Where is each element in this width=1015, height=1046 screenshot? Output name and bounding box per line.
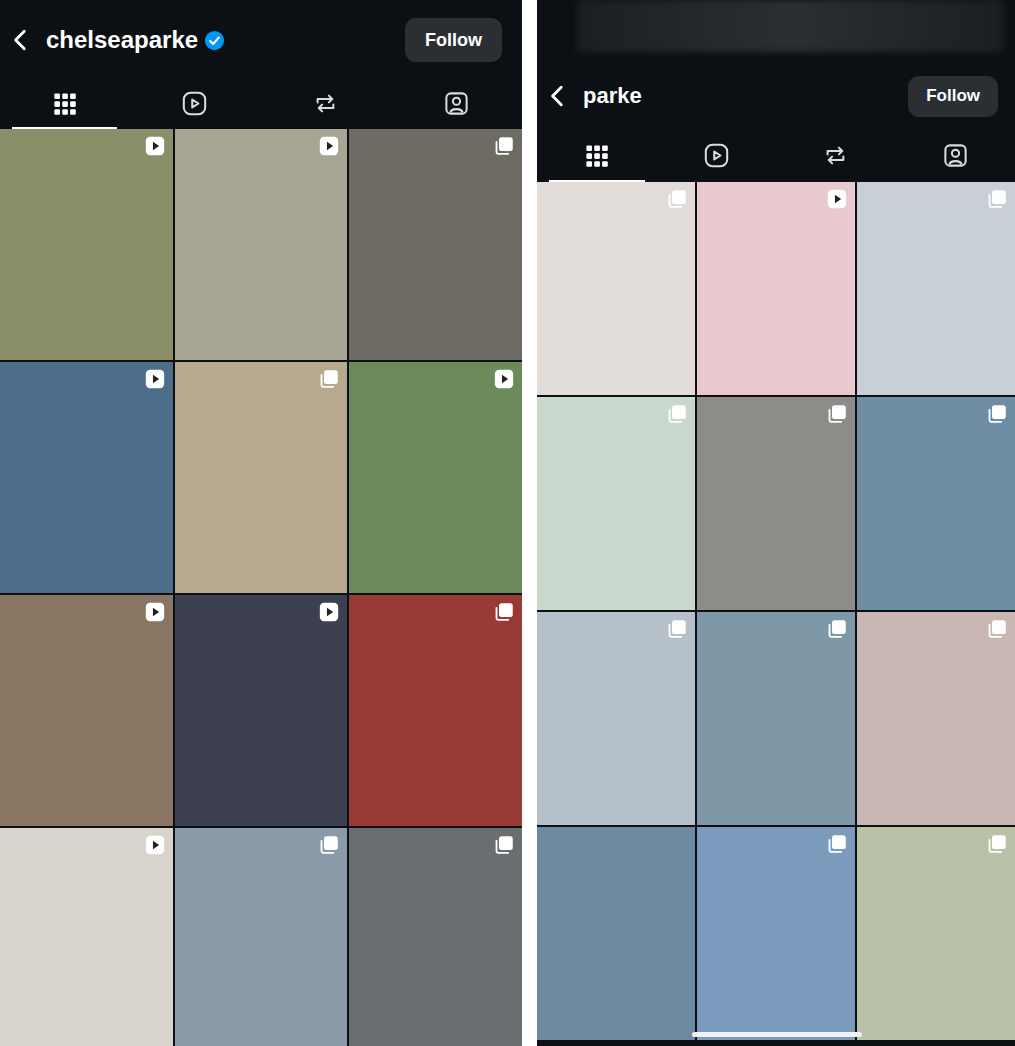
post-tile[interactable] [537,827,695,1040]
reels-icon [703,142,730,169]
post-tile[interactable] [537,612,695,825]
profile-tabs [0,80,522,129]
post-tile[interactable] [857,182,1015,395]
carousel-icon [494,835,514,855]
carousel-icon [987,834,1007,854]
repost-icon [312,90,339,117]
carousel-icon [987,404,1007,424]
carousel-icon [319,835,339,855]
profile-panel: chelseaparke Follow [0,0,522,1046]
carousel-icon [987,189,1007,209]
tagged-icon [443,90,470,117]
carousel-icon [494,136,514,156]
reel-icon [827,189,847,209]
post-tile[interactable] [349,362,522,593]
post-tile[interactable] [857,397,1015,610]
post-tile[interactable] [349,828,522,1046]
post-grid [0,129,522,1046]
reels-icon [181,90,208,117]
post-tile[interactable] [537,182,695,395]
reel-icon [319,602,339,622]
carousel-icon [987,619,1007,639]
reel-icon [145,835,165,855]
profile-tab[interactable] [657,130,776,182]
profile-tab[interactable] [391,80,522,129]
post-tile[interactable] [175,129,348,360]
post-tile[interactable] [0,828,173,1046]
repost-icon [822,142,849,169]
post-tile[interactable] [349,129,522,360]
grid-icon [583,142,610,169]
profile-header: chelseaparke Follow [0,0,522,80]
reel-icon [145,369,165,389]
profile-tabs [537,130,1015,182]
post-grid [537,182,1015,1040]
follow-button[interactable]: Follow [908,76,998,117]
profile-panel: parke Follow [537,0,1015,1046]
post-tile[interactable] [697,827,855,1040]
carousel-icon [667,404,687,424]
home-indicator [692,1032,862,1037]
post-tile[interactable] [175,828,348,1046]
tagged-icon [942,142,969,169]
screenshot-pair: chelseaparke Follow parke Follow [0,0,1015,1046]
back-arrow-icon[interactable] [8,27,34,53]
reel-icon [145,602,165,622]
profile-tab[interactable] [260,80,391,129]
post-tile[interactable] [697,182,855,395]
blurred-status-bar [537,0,1015,62]
verified-badge-icon [204,30,225,51]
profile-tab[interactable] [549,130,645,182]
carousel-icon [667,189,687,209]
post-tile[interactable] [0,362,173,593]
carousel-icon [667,619,687,639]
post-tile[interactable] [857,612,1015,825]
post-tile[interactable] [0,595,173,826]
post-tile[interactable] [697,612,855,825]
carousel-icon [827,404,847,424]
post-tile[interactable] [175,595,348,826]
back-arrow-icon[interactable] [545,83,571,109]
follow-button[interactable]: Follow [405,18,502,62]
carousel-icon [319,369,339,389]
profile-tab[interactable] [896,130,1015,182]
post-tile[interactable] [0,129,173,360]
username: parke [583,83,642,109]
username: chelseaparke [46,26,198,54]
reel-icon [145,136,165,156]
post-tile[interactable] [349,595,522,826]
profile-header: parke Follow [537,62,1015,130]
post-tile[interactable] [857,827,1015,1040]
profile-tab[interactable] [129,80,260,129]
post-tile[interactable] [537,397,695,610]
profile-tab[interactable] [776,130,895,182]
post-tile[interactable] [697,397,855,610]
post-tile[interactable] [175,362,348,593]
carousel-icon [827,619,847,639]
profile-tab[interactable] [12,80,117,129]
carousel-icon [827,834,847,854]
reel-icon [494,369,514,389]
reel-icon [319,136,339,156]
carousel-icon [494,602,514,622]
grid-icon [51,90,78,117]
